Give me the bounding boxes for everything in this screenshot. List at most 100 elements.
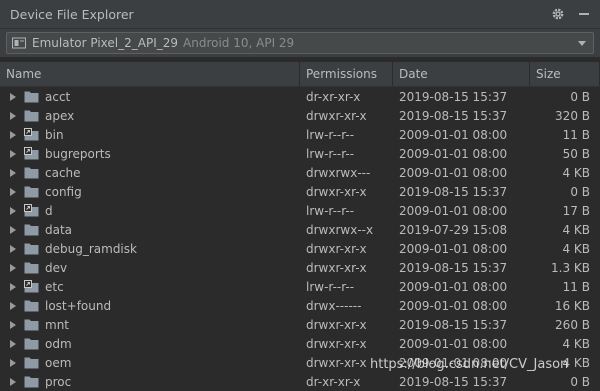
file-name: data (45, 222, 73, 237)
file-name-cell: oem (0, 356, 300, 370)
expand-arrow-icon[interactable] (8, 320, 18, 330)
folder-icon (24, 167, 39, 179)
file-name-cell: d (0, 204, 300, 218)
file-name: d (45, 203, 53, 218)
file-name-cell: cache (0, 166, 300, 180)
table-row[interactable]: etc lrw-r--r-- 2009-01-01 08:00 11 B (0, 277, 600, 296)
file-name: bin (45, 127, 64, 142)
device-dropdown[interactable]: Emulator Pixel_2_API_29 Android 10, API … (6, 32, 594, 54)
table-row[interactable]: lost+found drwx------ 2009-01-01 08:00 16 K… (0, 296, 600, 315)
file-size: 4 KB (562, 165, 590, 180)
file-name: cache (45, 165, 81, 180)
folder-icon (24, 357, 39, 369)
column-header-date[interactable]: Date (393, 62, 530, 86)
column-header-permissions[interactable]: Permissions (300, 62, 393, 86)
file-name-cell: dev (0, 261, 300, 275)
file-name: etc (45, 279, 64, 294)
expand-arrow-icon[interactable] (8, 263, 18, 273)
table-row[interactable]: apex drwxr-xr-x 2019-08-15 15:37 320 B (0, 106, 600, 125)
folder-link-icon (24, 147, 39, 160)
file-size: 17 B (562, 203, 590, 218)
table-row[interactable]: mnt drwxr-xr-x 2019-08-15 15:37 260 B (0, 315, 600, 334)
table-header: Name Permissions Date Size (0, 61, 600, 87)
file-permissions: drwxr-xr-x (306, 336, 367, 351)
file-date: 2019-08-15 15:37 (399, 184, 508, 199)
folder-icon (24, 110, 39, 122)
table-row[interactable]: d lrw-r--r-- 2009-01-01 08:00 17 B (0, 201, 600, 220)
file-permissions: drwx------ (306, 298, 362, 313)
file-permissions: dr-xr-xr-x (306, 89, 361, 104)
watermark: https://blog.csdn.net/CV_Jason (370, 357, 569, 372)
file-date: 2019-08-15 15:37 (399, 317, 508, 332)
expand-arrow-icon[interactable] (8, 244, 18, 254)
file-permissions: drwxr-xr-x (306, 260, 367, 275)
file-size: 0 B (570, 184, 590, 199)
hide-icon[interactable] (576, 6, 592, 22)
file-size: 0 B (570, 89, 590, 104)
device-name: Emulator Pixel_2_API_29 (32, 36, 179, 50)
table-row[interactable]: bugreports lrw-r--r-- 2009-01-01 08:00 50 B (0, 144, 600, 163)
expand-arrow-icon[interactable] (8, 206, 18, 216)
table-row[interactable]: bin lrw-r--r-- 2009-01-01 08:00 11 B (0, 125, 600, 144)
folder-icon (24, 224, 39, 236)
tool-window-title: Device File Explorer (10, 6, 134, 22)
expand-arrow-icon[interactable] (8, 111, 18, 121)
column-header-name[interactable]: Name (0, 62, 300, 86)
file-name: acct (45, 89, 71, 104)
file-size: 320 B (555, 108, 590, 123)
column-header-size[interactable]: Size (530, 62, 600, 86)
file-name: debug_ramdisk (45, 241, 137, 256)
file-permissions: drwxr-xr-x (306, 184, 367, 199)
file-size: 260 B (555, 317, 590, 332)
file-name-cell: data (0, 223, 300, 237)
table-row[interactable]: cache drwxrwx--- 2009-01-01 08:00 4 KB (0, 163, 600, 182)
file-date: 2009-01-01 08:00 (399, 165, 508, 180)
device-meta: Android 10, API 29 (183, 36, 295, 50)
file-date: 2009-01-01 08:00 (399, 127, 508, 142)
expand-arrow-icon[interactable] (8, 358, 18, 368)
file-size: 11 B (562, 127, 590, 142)
expand-arrow-icon[interactable] (8, 92, 18, 102)
table-row[interactable]: debug_ramdisk drwxr-xr-x 2009-01-01 08:00 4… (0, 239, 600, 258)
expand-arrow-icon[interactable] (8, 130, 18, 140)
file-date: 2009-01-01 08:00 (399, 146, 508, 161)
table-row[interactable]: config drwxr-xr-x 2019-08-15 15:37 0 B (0, 182, 600, 201)
file-date: 2019-08-15 15:37 (399, 260, 508, 275)
file-size: 50 B (562, 146, 590, 161)
table-row[interactable]: data drwxrwx--x 2019-07-29 15:08 4 KB (0, 220, 600, 239)
expand-arrow-icon[interactable] (8, 187, 18, 197)
expand-arrow-icon[interactable] (8, 301, 18, 311)
file-permissions: lrw-r--r-- (306, 127, 355, 142)
folder-icon (24, 300, 39, 312)
folder-link-icon (24, 280, 39, 293)
table-row[interactable]: dev drwxr-xr-x 2019-08-15 15:37 1.3 KB (0, 258, 600, 277)
expand-arrow-icon[interactable] (8, 149, 18, 159)
file-name-cell: acct (0, 90, 300, 104)
file-date: 2019-07-29 15:08 (399, 222, 508, 237)
file-name-cell: bin (0, 128, 300, 142)
table-row[interactable]: odm drwxr-xr-x 2009-01-01 08:00 4 KB (0, 334, 600, 353)
tool-window-header: Device File Explorer (0, 0, 600, 29)
expand-arrow-icon[interactable] (8, 282, 18, 292)
gear-icon[interactable] (550, 6, 566, 22)
expand-arrow-icon[interactable] (8, 225, 18, 235)
file-permissions: drwxrwx--- (306, 165, 371, 180)
file-name: apex (45, 108, 75, 123)
table-row[interactable]: acct dr-xr-xr-x 2019-08-15 15:37 0 B (0, 87, 600, 106)
file-name-cell: odm (0, 337, 300, 351)
file-name-cell: lost+found (0, 299, 300, 313)
file-date: 2019-08-15 15:37 (399, 108, 508, 123)
file-permissions: lrw-r--r-- (306, 279, 355, 294)
file-date: 2009-01-01 08:00 (399, 336, 508, 351)
file-permissions: drwxrwx--x (306, 222, 374, 237)
file-name-cell: mnt (0, 318, 300, 332)
file-permissions: drwxr-xr-x (306, 241, 367, 256)
file-size: 4 KB (562, 241, 590, 256)
file-name: lost+found (45, 298, 112, 313)
folder-link-icon (24, 128, 39, 141)
chevron-down-icon (578, 41, 586, 46)
folder-icon (24, 91, 39, 103)
folder-icon (24, 243, 39, 255)
expand-arrow-icon[interactable] (8, 339, 18, 349)
expand-arrow-icon[interactable] (8, 168, 18, 178)
